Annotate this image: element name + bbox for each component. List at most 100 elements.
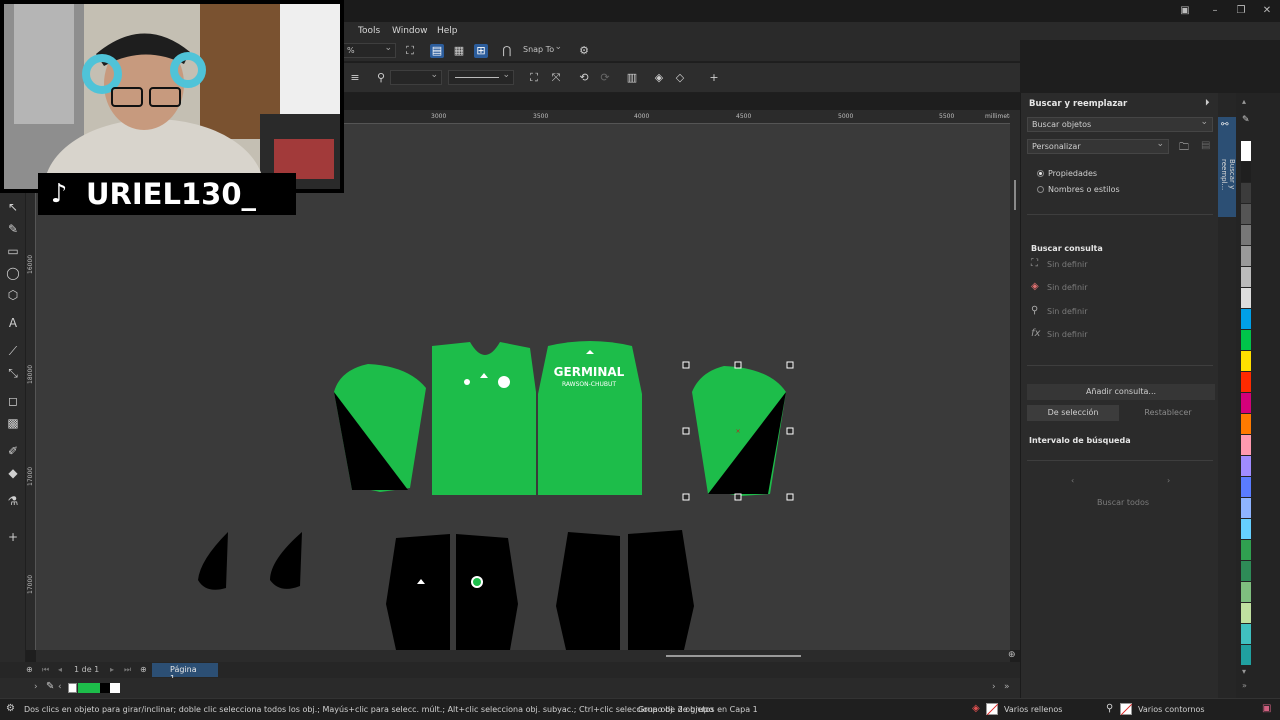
- guidelines-icon[interactable]: ⊞: [474, 44, 488, 58]
- query-undefined[interactable]: Sin definir: [1047, 307, 1088, 316]
- last-page-icon[interactable]: ⏭: [124, 665, 131, 675]
- ellipse-tool-icon[interactable]: ◯: [5, 265, 21, 281]
- fill-tool-icon[interactable]: ◆: [5, 465, 21, 481]
- palette-swatch[interactable]: [1241, 204, 1251, 224]
- settings-gear-icon[interactable]: ⚙: [577, 44, 591, 58]
- palette-scroll-up-icon[interactable]: ▴: [1242, 97, 1246, 106]
- radio-names-styles[interactable]: [1037, 186, 1044, 193]
- palette-swatch[interactable]: [1241, 435, 1251, 455]
- palette-swatch[interactable]: [1241, 456, 1251, 476]
- shadow-tool-icon[interactable]: ◻: [5, 393, 21, 409]
- menu-help[interactable]: Help: [437, 26, 458, 36]
- shorts-back-right[interactable]: [628, 530, 694, 650]
- palette-arrow-icon[interactable]: ›: [34, 682, 38, 692]
- add-tool-icon[interactable]: +: [5, 529, 21, 545]
- palette-swatch[interactable]: [1241, 498, 1251, 518]
- zoom-level-select[interactable]: %: [342, 43, 396, 58]
- palette-swatch[interactable]: [1241, 351, 1251, 371]
- scale-icon[interactable]: ⤧: [549, 71, 563, 85]
- wrap-text-icon[interactable]: ≡: [348, 71, 362, 85]
- outline-pen-icon[interactable]: ⚲: [374, 71, 388, 85]
- snap-to-dropdown[interactable]: Snap To: [519, 42, 565, 58]
- rulers-icon[interactable]: ▤: [430, 44, 444, 58]
- fill-bucket-icon[interactable]: ◈: [972, 703, 980, 714]
- zoom-corner-icon[interactable]: ⊕: [1008, 650, 1016, 660]
- palette-eyedropper-icon[interactable]: ✎: [1242, 115, 1250, 125]
- maximize-icon[interactable]: ❐: [1234, 5, 1248, 17]
- palette-scroll-right-icon[interactable]: ›: [992, 682, 996, 692]
- radio-properties[interactable]: [1037, 170, 1044, 177]
- prev-page-icon[interactable]: ◂: [58, 665, 62, 674]
- rectangle-tool-icon[interactable]: ▭: [5, 243, 21, 259]
- pocket-piece-right[interactable]: [270, 532, 302, 589]
- snap-magnet-icon[interactable]: ⋂: [500, 44, 514, 58]
- open-folder-icon[interactable]: 🗀: [1179, 140, 1189, 157]
- shorts-back-left[interactable]: [556, 532, 620, 650]
- swatch-white[interactable]: [110, 683, 120, 693]
- palette-swatch[interactable]: [1241, 246, 1251, 266]
- docker-toggle-icon[interactable]: ▣: [1262, 703, 1271, 714]
- pick-tool-icon[interactable]: ↖: [5, 199, 21, 215]
- palette-scroll-down-icon[interactable]: ▾: [1242, 667, 1246, 676]
- reset-button[interactable]: Restablecer: [1121, 405, 1215, 421]
- first-page-icon[interactable]: ⏮: [42, 665, 49, 675]
- swatch-green[interactable]: [78, 683, 100, 693]
- docker-tab-find-replace[interactable]: ⚯ Buscar y reempl...: [1218, 117, 1236, 217]
- fill-swatch[interactable]: [986, 703, 999, 716]
- query-undefined[interactable]: Sin definir: [1047, 283, 1088, 292]
- outline-swatch[interactable]: [1120, 703, 1133, 716]
- swatch-black[interactable]: [100, 683, 110, 693]
- palette-swatch[interactable]: [1241, 519, 1251, 539]
- shorts-front-left[interactable]: [386, 534, 450, 650]
- customize-select[interactable]: Personalizar: [1027, 139, 1169, 154]
- query-undefined[interactable]: Sin definir: [1047, 330, 1088, 339]
- pocket-piece-left[interactable]: [198, 532, 228, 590]
- palette-scroll-left-icon[interactable]: ‹: [58, 682, 62, 692]
- palette-swatch[interactable]: [1241, 162, 1251, 182]
- palette-swatch[interactable]: [1241, 393, 1251, 413]
- eyedropper-tool-icon[interactable]: ✐: [5, 443, 21, 459]
- break-apart-icon[interactable]: ⟳: [598, 71, 612, 85]
- swatch-none[interactable]: [68, 683, 77, 693]
- minimize-icon[interactable]: –: [1208, 5, 1222, 17]
- save-query-icon[interactable]: ▤: [1201, 140, 1210, 151]
- zoom-fit-icon[interactable]: ⛶: [403, 44, 417, 58]
- palette-expand-icon[interactable]: »: [1004, 682, 1010, 692]
- palette-swatch[interactable]: [1241, 267, 1251, 287]
- next-page-icon[interactable]: ▸: [110, 665, 114, 674]
- palette-swatch[interactable]: [1241, 141, 1251, 161]
- polygon-tool-icon[interactable]: ⬡: [5, 287, 21, 303]
- transform-icon[interactable]: ⛶: [527, 71, 541, 85]
- vertical-ruler[interactable]: 16000 18000 17000 17000: [26, 124, 36, 650]
- menu-tools[interactable]: Tools: [358, 26, 380, 36]
- query-undefined[interactable]: Sin definir: [1047, 260, 1088, 269]
- convert-curves-icon[interactable]: ⟲: [577, 71, 591, 85]
- freehand-tool-icon[interactable]: ✎: [5, 221, 21, 237]
- palette-expand-icon[interactable]: »: [1242, 681, 1247, 690]
- vertical-scroll-thumb[interactable]: [1014, 180, 1016, 210]
- palette-swatch[interactable]: [1241, 372, 1251, 392]
- palette-swatch[interactable]: [1241, 477, 1251, 497]
- to-front-icon[interactable]: ◈: [652, 71, 666, 85]
- shorts-front-right[interactable]: [456, 534, 518, 650]
- line-style-select[interactable]: [448, 70, 514, 85]
- palette-swatch[interactable]: [1241, 645, 1251, 665]
- palette-swatch[interactable]: [1241, 603, 1251, 623]
- add-icon[interactable]: +: [707, 71, 721, 85]
- outline-pen-icon[interactable]: ⚲: [1106, 703, 1113, 714]
- palette-swatch[interactable]: [1241, 225, 1251, 245]
- line-tool-icon[interactable]: ⟋: [5, 343, 21, 359]
- align-icon[interactable]: ▥: [625, 71, 639, 85]
- to-back-icon[interactable]: ◇: [673, 71, 687, 85]
- palette-swatch[interactable]: [1241, 624, 1251, 644]
- docker-expand-icon[interactable]: ⏵: [1205, 98, 1210, 108]
- palette-eyedropper-icon[interactable]: ✎: [46, 681, 54, 692]
- palette-swatch[interactable]: [1241, 582, 1251, 602]
- palette-swatch[interactable]: [1241, 330, 1251, 350]
- add-page-icon[interactable]: ⊕: [26, 665, 33, 674]
- palette-swatch[interactable]: [1241, 414, 1251, 434]
- add-query-button[interactable]: Añadir consulta...: [1027, 384, 1215, 400]
- add-page-after-icon[interactable]: ⊕: [140, 665, 147, 674]
- page-tab[interactable]: Página 1: [152, 663, 218, 683]
- connector-tool-icon[interactable]: ⤡: [5, 365, 21, 381]
